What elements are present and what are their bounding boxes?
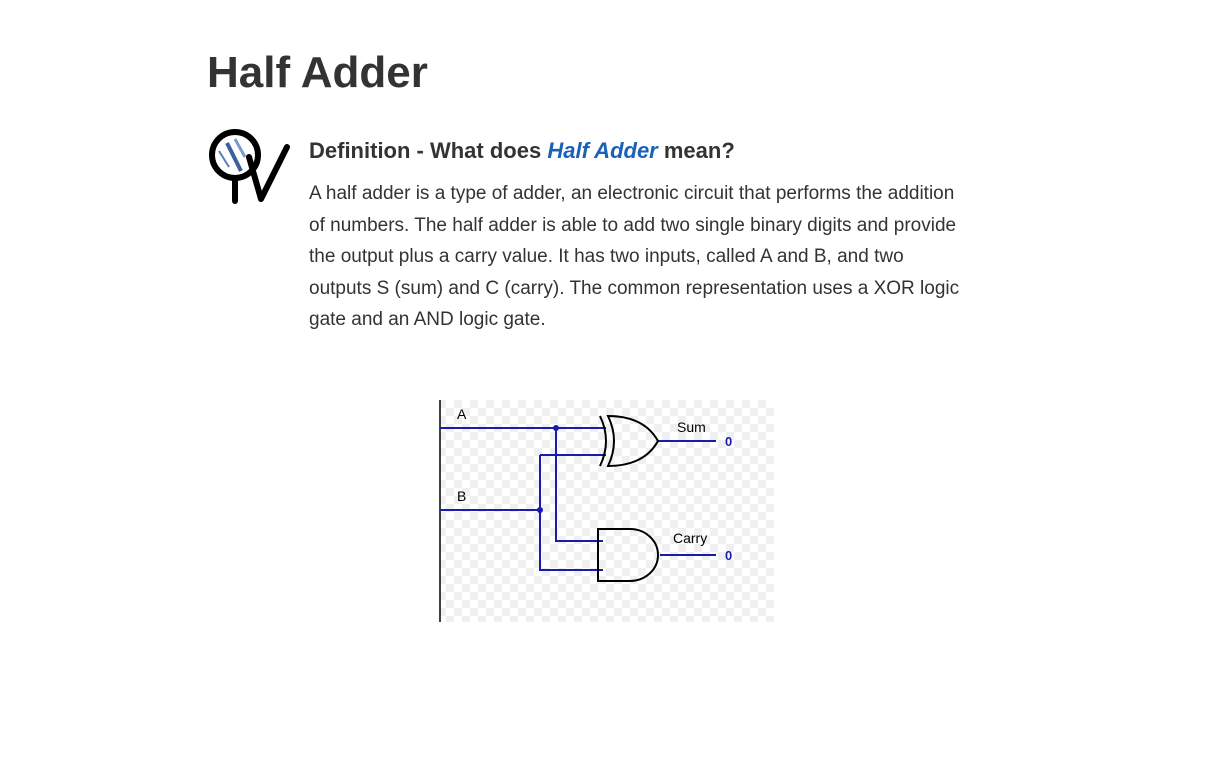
- magnifier-logo-icon: [209, 129, 290, 204]
- carry-value: 0: [725, 548, 732, 563]
- definition-heading-suffix: mean?: [657, 138, 735, 163]
- definition-heading-prefix: Definition - What does: [309, 138, 548, 163]
- definition-heading: Definition - What does Half Adder mean?: [309, 138, 735, 164]
- sum-label: Sum: [677, 419, 706, 435]
- half-adder-circuit-diagram: A B Sum Carry 0 0: [439, 400, 774, 622]
- carry-label: Carry: [673, 530, 707, 546]
- junction-b: [537, 507, 543, 513]
- junction-a: [553, 425, 559, 431]
- definition-term-link[interactable]: Half Adder: [547, 138, 657, 163]
- sum-value: 0: [725, 434, 732, 449]
- definition-body: A half adder is a type of adder, an elec…: [309, 183, 960, 330]
- input-b-label: B: [457, 488, 466, 504]
- page-title: Half Adder: [207, 48, 428, 97]
- input-a-label: A: [457, 406, 467, 422]
